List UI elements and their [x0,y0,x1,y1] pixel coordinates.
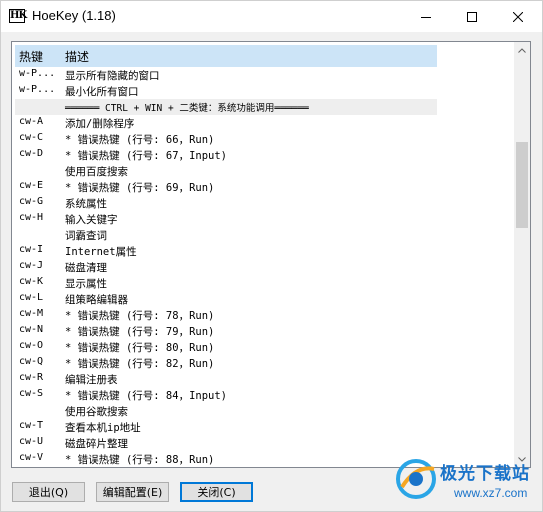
scroll-up-button[interactable] [514,42,530,58]
app-icon: HK [9,9,27,23]
minimize-icon [421,16,431,18]
table-row[interactable]: 词霸查词 [15,227,437,243]
table-row[interactable]: cw-Q * 错误热键 (行号: 82，Run) [15,355,437,371]
row-description: * 错误热键 (行号: 84，Input) [65,390,228,402]
row-description: 系统属性 [65,198,107,210]
table-row[interactable]: cw-S * 错误热键 (行号: 84，Input) [15,387,437,403]
table-row[interactable]: w-P... 显示所有隐藏的窗口 [15,67,437,83]
row-hotkey: cw-M [19,308,44,319]
logo-icon [396,459,436,499]
row-hotkey: cw-S [19,388,44,399]
table-row[interactable]: cw-R 编辑注册表 [15,371,437,387]
close-button[interactable]: 关闭(C) [180,482,253,502]
row-description: 使用谷歌搜索 [65,406,128,418]
table-row[interactable]: cw-E * 错误热键 (行号: 69，Run) [15,179,437,195]
table-row[interactable]: cw-U 磁盘碎片整理 [15,435,437,451]
row-hotkey: cw-I [19,244,44,255]
table-row[interactable]: cw-T 查看本机ip地址 [15,419,437,435]
table-row[interactable]: cw-C * 错误热键 (行号: 66，Run) [15,131,437,147]
app-window: HK HoeKey (1.18) 热键 描述 w-P... 显示所有隐藏的窗口 w-… [0,0,543,512]
row-hotkey: cw-E [19,180,44,191]
row-hotkey: cw-V [19,452,44,463]
table-row[interactable]: cw-H 输入关键字 [15,211,437,227]
row-description: 编辑注册表 [65,374,118,386]
vertical-scrollbar[interactable] [514,42,530,467]
maximize-icon [467,11,477,22]
row-hotkey: cw-U [19,436,44,447]
row-hotkey: cw-O [19,340,44,351]
row-hotkey: cw-A [19,116,44,127]
row-description: 显示所有隐藏的窗口 [65,70,160,82]
table-row[interactable]: cw-L 组策略编辑器 [15,291,437,307]
minimize-button[interactable] [403,1,449,32]
table-row[interactable]: w-P... 最小化所有窗口 [15,83,437,99]
row-description: 词霸查词 [65,230,107,242]
maximize-button[interactable] [449,1,495,32]
row-description: 磁盘清理 [65,262,107,274]
row-hotkey: cw-C [19,132,44,143]
row-hotkey: w-P... [19,68,56,79]
close-window-button[interactable] [495,1,541,32]
quit-button[interactable]: 退出(Q) [12,482,85,502]
column-header-hotkey[interactable]: 热键 [19,48,43,65]
table-row[interactable]: cw-V * 错误热键 (行号: 88，Run) [15,451,437,467]
table-row[interactable]: cw-M * 错误热键 (行号: 78，Run) [15,307,437,323]
row-hotkey: cw-J [19,260,44,271]
row-hotkey: cw-L [19,292,44,303]
row-description: * 错误热键 (行号: 67，Input) [65,150,228,162]
table-row[interactable]: cw-J 磁盘清理 [15,259,437,275]
row-description: Internet属性 [65,246,137,258]
row-hotkey: cw-T [19,420,44,431]
row-description: * 错误热键 (行号: 80，Run) [65,342,215,354]
table-row[interactable]: cw-G 系统属性 [15,195,437,211]
row-description: * 错误热键 (行号: 66，Run) [65,134,215,146]
row-description: * 错误热键 (行号: 82，Run) [65,358,215,370]
row-description: 添加/删除程序 [65,118,135,130]
row-description: 输入关键字 [65,214,118,226]
row-hotkey: cw-H [19,212,44,223]
hotkey-list[interactable]: 热键 描述 w-P... 显示所有隐藏的窗口 w-P... 最小化所有窗口 ══════… [11,41,531,468]
row-description: * 错误热键 (行号: 69，Run) [65,182,215,194]
table-row[interactable]: 使用百度搜索 [15,163,437,179]
row-description: 磁盘碎片整理 [65,438,128,450]
row-hotkey: cw-Q [19,356,44,367]
table-row[interactable]: cw-I Internet属性 [15,243,437,259]
row-description: * 错误热键 (行号: 88，Run) [65,454,215,466]
row-description: 显示属性 [65,278,107,290]
table-row[interactable]: cw-O * 错误热键 (行号: 80，Run) [15,339,437,355]
title-bar[interactable]: HK HoeKey (1.18) [1,1,542,32]
row-hotkey: cw-G [19,196,44,207]
watermark-name: 极光下载站 [440,464,530,484]
row-hotkey: cw-N [19,324,44,335]
row-description: ══════ CTRL + WIN + 二类键：系统功能调用══════ [65,103,309,114]
edit-config-button[interactable]: 编辑配置(E) [96,482,169,502]
row-hotkey: cw-D [19,148,44,159]
watermark-url: www.xz7.com [454,486,528,500]
table-row[interactable]: cw-N * 错误热键 (行号: 79，Run) [15,323,437,339]
table-row[interactable]: 使用谷歌搜索 [15,403,437,419]
row-description: 最小化所有窗口 [65,86,139,98]
list-header: 热键 描述 [15,45,437,67]
row-hotkey: w-P... [19,84,56,95]
watermark: 极光下载站 www.xz7.com [394,453,539,509]
row-description: 组策略编辑器 [65,294,128,306]
close-icon [513,11,523,22]
row-hotkey: cw-K [19,276,44,287]
chevron-up-icon [518,47,526,53]
row-description: * 错误热键 (行号: 78，Run) [65,310,215,322]
table-row[interactable]: cw-K 显示属性 [15,275,437,291]
row-hotkey: cw-R [19,372,44,383]
row-description: 查看本机ip地址 [65,422,141,434]
scroll-thumb[interactable] [516,142,528,228]
table-row[interactable]: cw-A 添加/删除程序 [15,115,437,131]
window-title: HoeKey (1.18) [32,8,116,23]
row-description: * 错误热键 (行号: 79，Run) [65,326,215,338]
row-description: 使用百度搜索 [65,166,128,178]
table-row[interactable]: cw-D * 错误热键 (行号: 67，Input) [15,147,437,163]
separator-row[interactable]: ══════ CTRL + WIN + 二类键：系统功能调用══════ [15,99,437,115]
column-header-description[interactable]: 描述 [65,48,89,65]
list-rows: w-P... 显示所有隐藏的窗口 w-P... 最小化所有窗口 ══════ CTRL … [15,67,437,467]
